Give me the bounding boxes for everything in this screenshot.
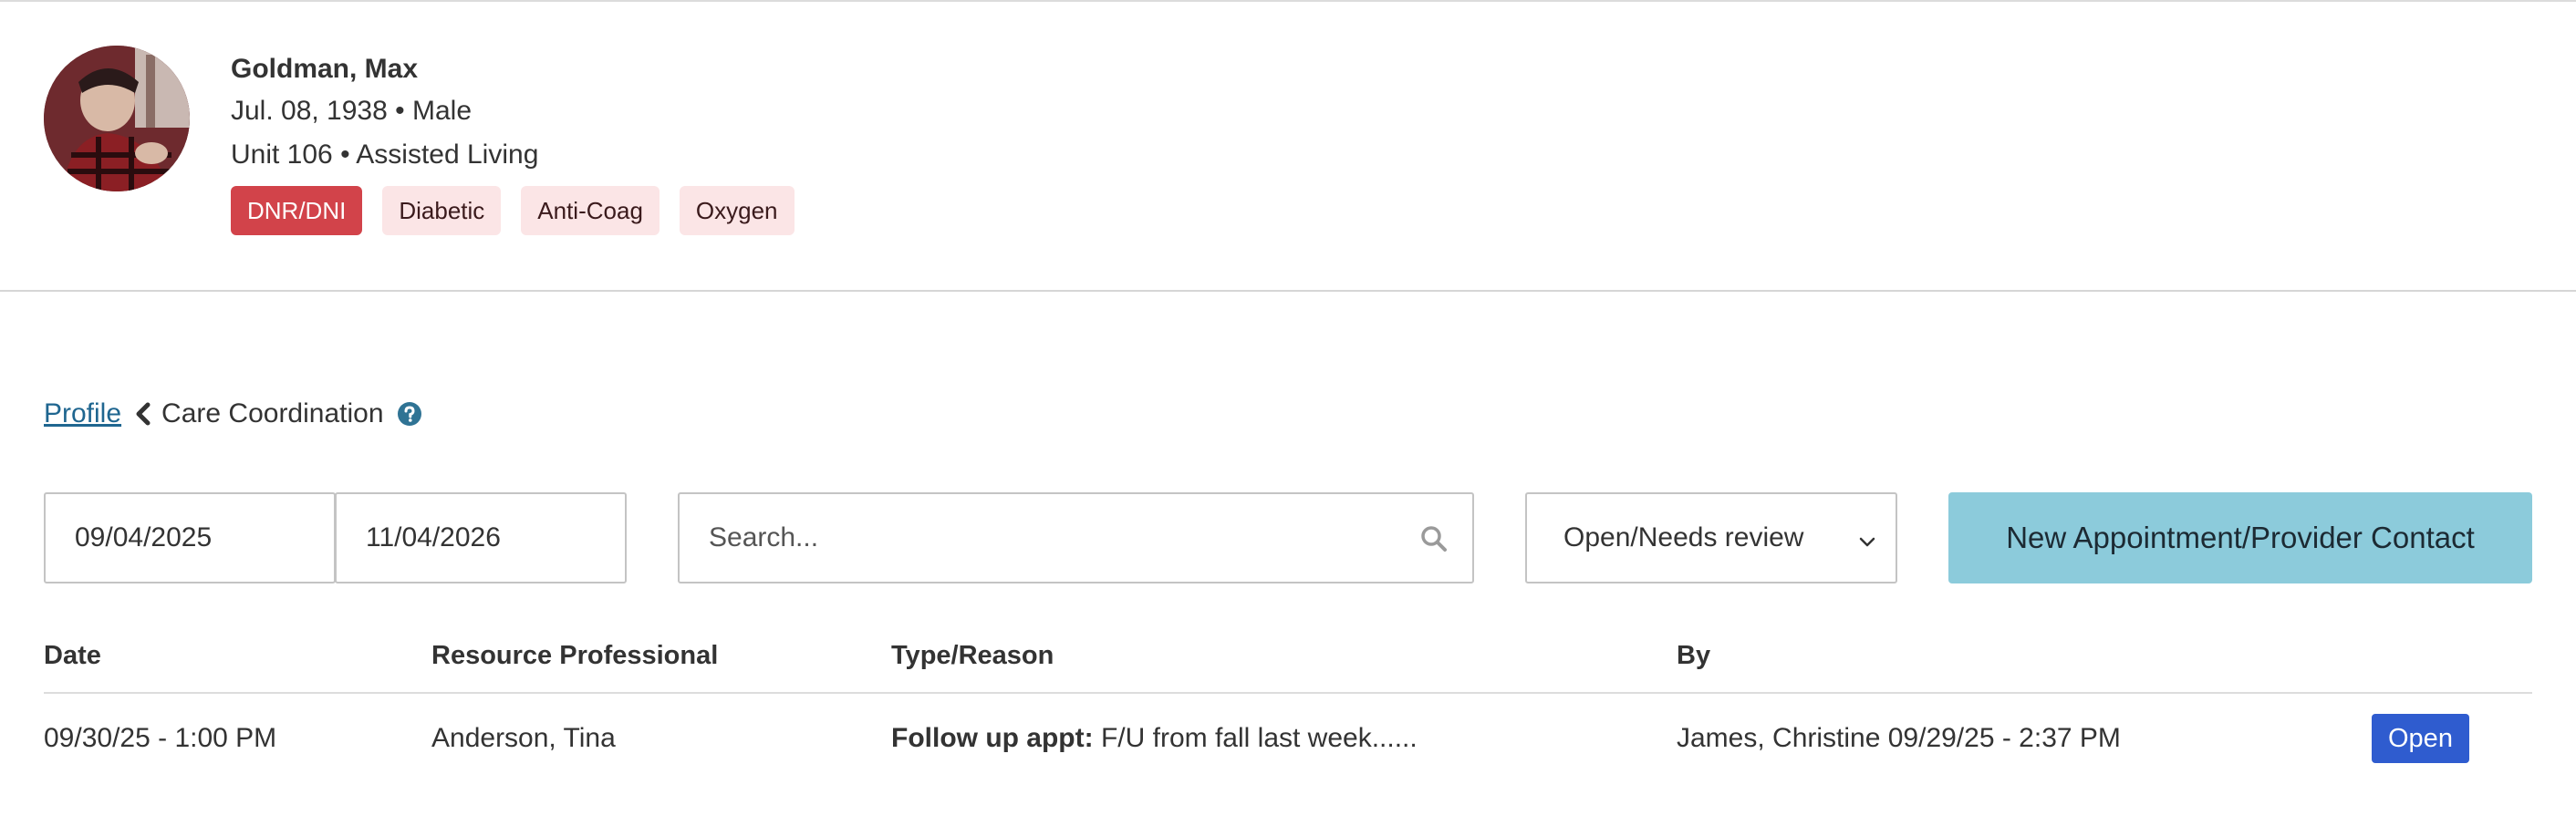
breadcrumb: Profile Care Coordination [44, 394, 422, 434]
column-header-date[interactable]: Date [44, 634, 101, 677]
breadcrumb-profile-link[interactable]: Profile [44, 398, 121, 429]
patient-location: Unit 106 • Assisted Living [231, 133, 795, 177]
flag-anti-coag: Anti-Coag [521, 186, 660, 235]
end-date-input[interactable] [366, 522, 625, 553]
separator-dot: • [340, 139, 357, 170]
breadcrumb-current: Care Coordination [161, 398, 384, 428]
status-badge[interactable]: Open [2372, 714, 2469, 763]
flag-diabetic: Diabetic [382, 186, 502, 235]
separator-dot: • [395, 96, 412, 126]
patient-flags: DNR/DNI Diabetic Anti-Coag Oxygen [231, 186, 795, 235]
search-field[interactable] [678, 492, 1474, 583]
row-date: 09/30/25 - 1:00 PM [44, 723, 277, 753]
patient-name: Goldman, Max [231, 54, 419, 84]
help-circle-icon[interactable] [397, 401, 422, 427]
column-header-resource-professional[interactable]: Resource Professional [431, 634, 718, 677]
status-filter-select[interactable]: Open/Needs review [1525, 492, 1897, 583]
start-date-field[interactable] [44, 492, 336, 583]
patient-info: Goldman, Max Jul. 08, 1938 • Male Unit 1… [231, 49, 795, 235]
flag-dnr-dni: DNR/DNI [231, 186, 363, 235]
status-filter-value: Open/Needs review [1563, 522, 1804, 552]
end-date-field[interactable] [335, 492, 627, 583]
new-appointment-button[interactable]: New Appointment/Provider Contact [1948, 492, 2532, 583]
row-type-reason: Follow up appt: F/U from fall last week.… [891, 702, 1418, 775]
table-row[interactable]: 09/30/25 - 1:00 PM Anderson, Tina Follow… [44, 702, 2532, 775]
search-input[interactable] [709, 522, 1408, 553]
column-header-by[interactable]: By [1677, 634, 1710, 677]
patient-dob: Jul. 08, 1938 [231, 96, 388, 126]
column-header-type-reason[interactable]: Type/Reason [891, 634, 1054, 677]
patient-care-level: Assisted Living [356, 139, 539, 170]
search-icon [1419, 524, 1449, 553]
start-date-input[interactable] [75, 522, 334, 553]
row-reason: F/U from fall last week...... [1100, 723, 1418, 753]
patient-demographics: Jul. 08, 1938 • Male [231, 89, 795, 133]
chevron-down-icon [1857, 528, 1877, 548]
patient-header: Goldman, Max Jul. 08, 1938 • Male Unit 1… [0, 2, 2576, 292]
avatar-photo [44, 46, 190, 191]
row-professional: Anderson, Tina [431, 723, 616, 753]
table-header: Date Resource Professional Type/Reason B… [44, 634, 2532, 694]
patient-avatar [44, 46, 190, 191]
row-type: Follow up appt: [891, 723, 1094, 753]
patient-unit: Unit 106 [231, 139, 333, 170]
flag-oxygen: Oxygen [679, 186, 795, 235]
patient-sex: Male [411, 96, 473, 126]
row-by: James, Christine 09/29/25 - 2:37 PM [1677, 723, 2121, 753]
chevron-left-icon [129, 398, 156, 429]
